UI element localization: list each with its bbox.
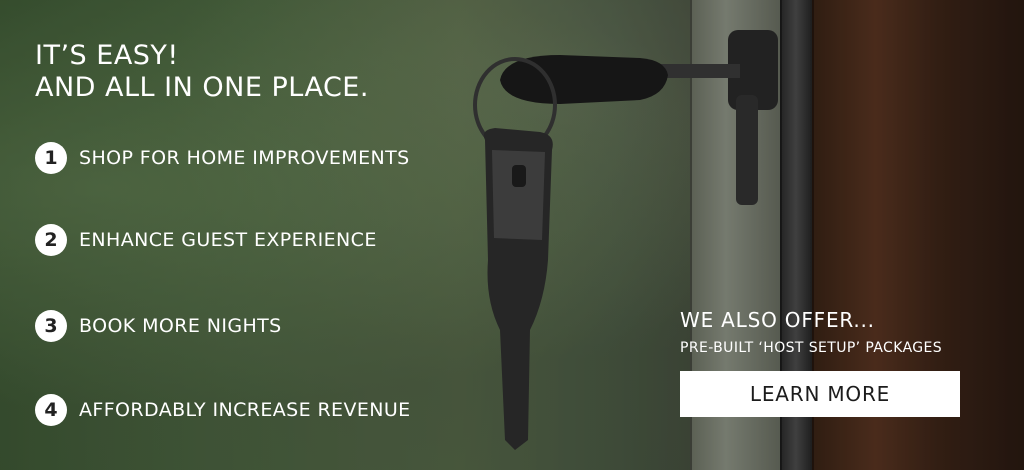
step-number-badge: 2: [35, 224, 67, 256]
step-label: BOOK MORE NIGHTS: [79, 315, 282, 337]
step-item: 3 BOOK MORE NIGHTS: [35, 310, 282, 342]
step-number-badge: 1: [35, 142, 67, 174]
step-label: ENHANCE GUEST EXPERIENCE: [79, 229, 377, 251]
learn-more-button[interactable]: LEARN MORE: [680, 371, 960, 417]
step-number-badge: 4: [35, 394, 67, 426]
promo-banner: IT’S EASY! AND ALL IN ONE PLACE. 1 SHOP …: [0, 0, 1024, 470]
step-number-badge: 3: [35, 310, 67, 342]
step-item: 2 ENHANCE GUEST EXPERIENCE: [35, 224, 377, 256]
step-label: AFFORDABLY INCREASE REVENUE: [79, 399, 411, 421]
page-title: IT’S EASY! AND ALL IN ONE PLACE.: [35, 40, 369, 104]
step-label: SHOP FOR HOME IMPROVEMENTS: [79, 147, 410, 169]
offer-title: WE ALSO OFFER...: [680, 308, 875, 332]
headline-line-2: AND ALL IN ONE PLACE.: [35, 72, 369, 103]
headline-line-1: IT’S EASY!: [35, 40, 179, 71]
offer-block: WE ALSO OFFER... PRE-BUILT ‘HOST SETUP’ …: [680, 308, 942, 356]
step-item: 4 AFFORDABLY INCREASE REVENUE: [35, 394, 411, 426]
offer-subtitle: PRE-BUILT ‘HOST SETUP’ PACKAGES: [680, 340, 943, 356]
step-item: 1 SHOP FOR HOME IMPROVEMENTS: [35, 142, 410, 174]
